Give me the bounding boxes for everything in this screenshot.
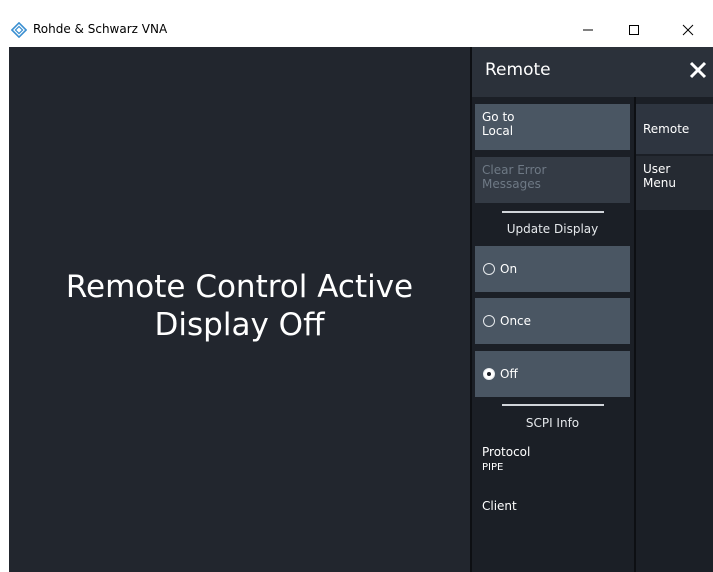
radio-on[interactable]: On xyxy=(475,246,630,292)
separator xyxy=(502,211,604,213)
tab-remote[interactable]: Remote xyxy=(636,104,713,154)
maximize-icon xyxy=(629,25,639,35)
close-window-button[interactable] xyxy=(665,13,711,47)
window-title: Rohde & Schwarz VNA xyxy=(33,22,168,36)
clear-error-label-line2: Messages xyxy=(482,177,541,191)
tab-remote-label: Remote xyxy=(643,122,690,136)
go-to-local-label-line1: Go to xyxy=(482,110,515,124)
remote-status-message: Remote Control Active Display Off xyxy=(9,268,470,344)
radio-off-label: Off xyxy=(500,367,518,381)
remote-status-line1: Remote Control Active xyxy=(65,269,414,305)
radio-once-label: Once xyxy=(500,314,532,328)
go-to-local-button[interactable]: Go to Local xyxy=(475,104,630,150)
remote-status-line2: Display Off xyxy=(154,307,325,343)
radio-on-label: On xyxy=(500,262,518,276)
protocol-label: Protocol xyxy=(482,445,531,459)
window-border xyxy=(0,47,9,572)
panel-title: Remote xyxy=(485,60,551,80)
radio-off[interactable]: Off xyxy=(475,351,630,397)
radio-unchecked-icon xyxy=(483,263,495,275)
rohde-schwarz-logo-icon xyxy=(11,22,27,38)
close-icon xyxy=(682,24,694,36)
clear-error-messages-button[interactable]: Clear Error Messages xyxy=(475,157,630,203)
radio-checked-icon xyxy=(483,368,495,380)
radio-unchecked-icon xyxy=(483,315,495,327)
tab-user-menu-line1: User xyxy=(643,162,671,176)
close-icon xyxy=(689,61,707,79)
panel-close-button[interactable] xyxy=(684,56,712,84)
separator xyxy=(502,404,604,406)
minimize-icon xyxy=(583,29,593,31)
tab-user-menu[interactable]: User Menu xyxy=(636,156,713,210)
clear-error-label-line1: Clear Error xyxy=(482,163,547,177)
minimize-button[interactable] xyxy=(565,13,611,47)
title-bar: Rohde & Schwarz VNA xyxy=(0,0,713,47)
update-display-label: Update Display xyxy=(506,222,599,236)
radio-once[interactable]: Once xyxy=(475,298,630,344)
go-to-local-label-line2: Local xyxy=(482,124,514,138)
scpi-info-label: SCPI Info xyxy=(525,416,580,430)
maximize-button[interactable] xyxy=(611,13,657,47)
protocol-value: PIPE xyxy=(482,462,504,473)
tab-user-menu-line2: Menu xyxy=(643,176,676,190)
client-label: Client xyxy=(482,499,517,513)
